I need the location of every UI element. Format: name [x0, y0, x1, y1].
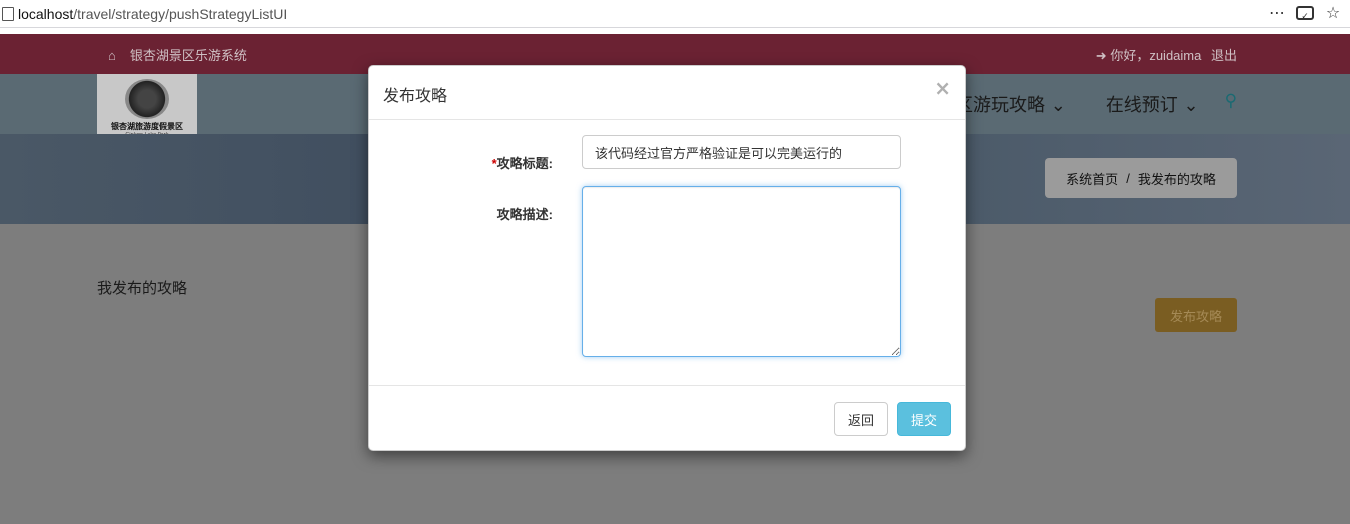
modal-title: 发布攻略: [383, 88, 448, 105]
content-title: 我发布的攻略: [97, 280, 188, 297]
strategy-title-input[interactable]: [582, 135, 901, 169]
nav-menu: 区游玩攻略 ⌄ 在线预订 ⌄ ⚲: [955, 91, 1237, 117]
strategy-title-label: *攻略标题:: [491, 156, 553, 171]
nav-item-strategy[interactable]: 区游玩攻略 ⌄: [955, 91, 1066, 117]
breadcrumb-separator: /: [1126, 170, 1130, 186]
site-title[interactable]: ⌂ 银杏湖景区乐游系统: [108, 45, 247, 64]
back-button[interactable]: 返回: [834, 402, 888, 436]
strategy-description-label: 攻略描述:: [496, 207, 553, 222]
logo-text: 银杏湖旅游度假景区: [111, 122, 183, 131]
breadcrumb: 系统首页 / 我发布的攻略: [1045, 158, 1237, 198]
user-greeting: 你好，zuidaima: [1110, 48, 1202, 63]
close-icon[interactable]: ×: [934, 78, 951, 98]
logo-emblem: [125, 79, 169, 119]
more-actions-icon[interactable]: ⋯: [1268, 4, 1286, 22]
pocket-icon[interactable]: ✓: [1296, 6, 1314, 22]
logout-link[interactable]: 退出: [1211, 48, 1237, 63]
site-logo[interactable]: 银杏湖旅游度假景区 Ginkgo Lake Park: [97, 74, 197, 143]
nav-item-booking[interactable]: 在线预订 ⌄: [1106, 91, 1199, 117]
modal-footer: 返回 提交: [369, 386, 965, 450]
search-icon[interactable]: ⚲: [1225, 91, 1237, 117]
breadcrumb-home[interactable]: 系统首页: [1066, 169, 1118, 188]
modal-header: 发布攻略 ×: [369, 66, 965, 120]
publish-strategy-modal: 发布攻略 × *攻略标题: 攻略描述: 返回 提交: [368, 65, 966, 451]
home-icon: ⌂: [108, 48, 116, 63]
modal-body: *攻略标题: 攻略描述:: [369, 120, 965, 386]
browser-toolbar: ⋯ ✓ ☆: [1268, 4, 1342, 23]
page-icon: [2, 6, 14, 21]
bookmark-star-icon[interactable]: ☆: [1324, 4, 1342, 22]
publish-strategy-button[interactable]: 发布攻略: [1155, 298, 1237, 332]
url-text[interactable]: localhost/travel/strategy/pushStrategyLi…: [18, 6, 287, 22]
submit-button[interactable]: 提交: [897, 402, 951, 436]
strategy-description-textarea[interactable]: [582, 186, 901, 357]
breadcrumb-current: 我发布的攻略: [1137, 171, 1216, 187]
user-area: ➜ 你好，zuidaima 退出: [1096, 45, 1237, 64]
browser-url-bar[interactable]: localhost/travel/strategy/pushStrategyLi…: [0, 0, 1350, 28]
login-icon: ➜: [1095, 48, 1107, 63]
